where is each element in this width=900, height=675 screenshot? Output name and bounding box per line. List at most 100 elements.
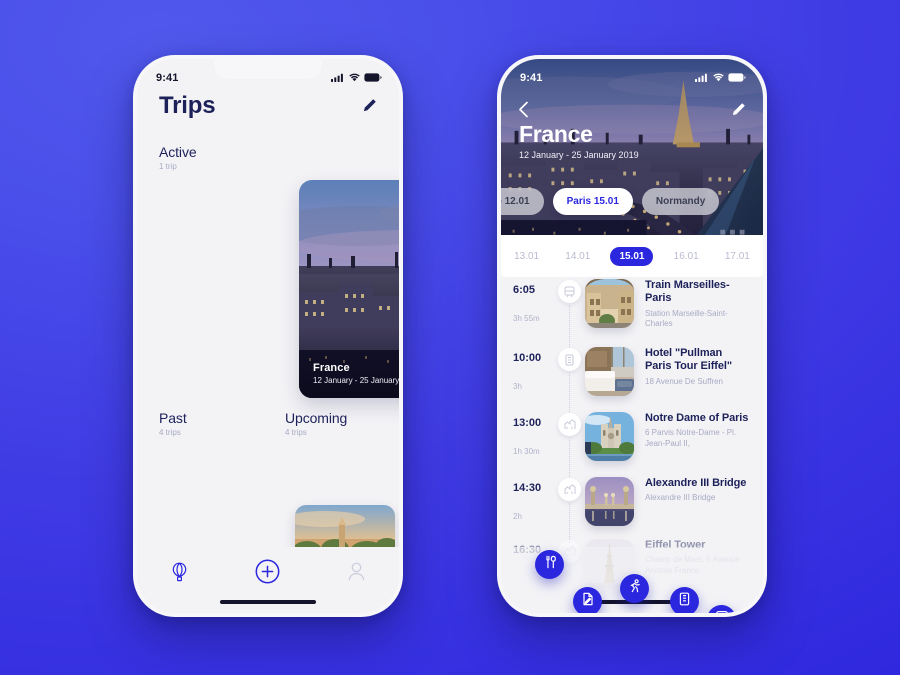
past-section-title: Past — [159, 410, 187, 426]
status-time: 9:41 — [520, 71, 543, 84]
page-title: Trips — [159, 92, 216, 119]
status-icons — [331, 73, 382, 82]
note-action-button[interactable] — [573, 587, 602, 613]
date-chip[interactable]: 14.01 — [559, 247, 596, 266]
place-chip[interactable]: Normandy — [641, 188, 720, 215]
place-chip[interactable]: ance 12.01 — [501, 188, 544, 215]
edit-trip-button[interactable] — [731, 96, 746, 120]
restaurant-action-button[interactable] — [535, 550, 564, 579]
pencil-icon — [362, 99, 377, 116]
cellular-bars-icon — [331, 73, 345, 82]
activity-action-button[interactable] — [620, 574, 649, 603]
hotel-building-icon — [678, 592, 691, 611]
notch — [214, 59, 322, 79]
list-item[interactable]: 10:00 3h Hotel "Pullman Paris Tour Eiffe… — [501, 345, 763, 416]
hotel-room-interior-image — [585, 347, 634, 396]
active-trip-title: France — [313, 362, 350, 374]
item-body: Notre Dame of Paris 6 Parvis Notre-Dame … — [634, 410, 751, 475]
item-body: Hotel "Pullman Paris Tour Eiffel" 18 Ave… — [634, 345, 751, 410]
active-section-title: Active — [159, 144, 197, 160]
cellular-bars-icon — [695, 73, 709, 82]
item-address: 18 Avenue De Suffren — [645, 376, 723, 386]
item-time: 10:00 — [513, 352, 542, 364]
landmark-icon — [558, 413, 581, 436]
notch — [578, 59, 686, 79]
running-person-icon — [628, 579, 642, 598]
right-screen: 9:41 France 12 January - 25 January 2019… — [501, 59, 763, 613]
item-body: Train Marseilles-Paris Station Marseille… — [634, 277, 751, 345]
item-address: Station Marseille-Saint-Charles — [645, 308, 728, 329]
timeline-marker — [555, 345, 585, 416]
train-icon — [558, 280, 581, 303]
list-item[interactable]: 13:00 1h 30m Notre Dame of Paris 6 Parvi… — [501, 410, 763, 481]
item-address: Alexandre III Bridge — [645, 493, 716, 503]
item-name: Alexandre III Bridge — [645, 477, 747, 489]
chevron-left-icon — [518, 101, 529, 121]
hotel-action-button[interactable] — [670, 587, 699, 613]
sidebar-item-trips[interactable] — [171, 562, 188, 585]
pont-alexandre-iii-image — [585, 477, 634, 526]
active-trip-caption: France 12 January - 25 January 2019 — [313, 362, 399, 385]
date-chip[interactable]: 13.01 — [508, 247, 545, 266]
item-duration: 2h — [513, 512, 522, 521]
phone-trip-detail: 9:41 France 12 January - 25 January 2019… — [497, 55, 767, 617]
date-chip-active[interactable]: 15.01 — [610, 246, 654, 266]
date-chip[interactable]: 16.01 — [668, 247, 705, 266]
edit-trips-button[interactable] — [362, 92, 377, 116]
item-time-block: 6:05 3h 55m — [513, 277, 555, 345]
landmark-icon — [558, 478, 581, 501]
paris-street-arch-image — [585, 279, 634, 328]
person-icon — [348, 562, 365, 584]
upcoming-section-title: Upcoming — [285, 410, 348, 426]
timeline-marker — [555, 475, 585, 543]
phone-trips-list: 9:41 Trips Active 1 trip France 12 Janua… — [133, 55, 403, 617]
list-item[interactable]: 14:30 2h Alexandre III Bridge Alexandre … — [501, 475, 763, 543]
item-duration: 1h 30m — [513, 447, 540, 456]
item-time-block: 13:00 1h 30m — [513, 410, 555, 475]
wifi-icon — [349, 73, 360, 82]
profile-tab[interactable] — [348, 562, 365, 584]
detail-nav-bar — [501, 95, 763, 121]
upcoming-section: Upcoming 4 trips — [268, 410, 399, 437]
item-body: Alexandre III Bridge Alexandre III Bridg… — [634, 475, 746, 537]
active-section-count: 1 trip — [159, 162, 177, 171]
notre-dame-cathedral-image — [585, 412, 634, 461]
trip-heading: France 12 January - 25 January 2019 — [519, 121, 639, 160]
item-time: 13:00 — [513, 417, 542, 429]
item-time: 14:30 — [513, 482, 542, 494]
upcoming-section-count: 4 trips — [285, 428, 307, 437]
item-time-block: 14:30 2h — [513, 475, 555, 537]
trip-title: France — [519, 121, 593, 147]
pencil-icon — [731, 103, 746, 120]
item-duration: 3h — [513, 382, 522, 391]
timeline-marker — [555, 277, 585, 351]
status-time: 9:41 — [156, 71, 179, 84]
item-address: 6 Parvis Notre-Dame - Pl. Jean-Paul II, — [645, 428, 737, 448]
add-trip-button[interactable] — [255, 559, 280, 587]
home-indicator — [220, 600, 316, 604]
place-chip-active[interactable]: Paris 15.01 — [552, 188, 633, 215]
back-button[interactable] — [518, 95, 529, 121]
item-name: Train Marseilles-Paris — [645, 279, 730, 305]
past-upcoming-headers: Past 4 trips Upcoming 4 trips — [137, 410, 399, 437]
item-time-block: 10:00 3h — [513, 345, 555, 410]
list-item[interactable]: 6:05 3h 55m Train Marseilles-Paris Stati… — [501, 277, 763, 351]
hot-air-balloon-icon — [171, 562, 188, 585]
past-section: Past 4 trips — [137, 410, 268, 437]
item-name: Notre Dame of Paris — [645, 412, 749, 424]
active-trip-card[interactable]: France 12 January - 25 January 2019 — [299, 180, 399, 398]
trips-header: Trips — [137, 89, 399, 120]
item-name: Hotel "Pullman Paris Tour Eiffel" — [645, 347, 732, 373]
date-chip[interactable]: 17.01 — [719, 247, 756, 266]
date-strip[interactable]: 13.01 14.01 15.01 16.01 17.01 — [501, 235, 763, 277]
hotel-icon — [558, 348, 581, 371]
status-icons — [695, 73, 746, 82]
trip-dates: 12 January - 25 January 2019 — [519, 150, 639, 160]
plus-circle-icon — [255, 559, 280, 587]
fork-knife-icon — [543, 555, 557, 574]
item-time: 6:05 — [513, 284, 536, 296]
document-pencil-icon — [581, 592, 595, 611]
past-section-count: 4 trips — [159, 428, 181, 437]
place-chip-strip[interactable]: ance 12.01 Paris 15.01 Normandy — [501, 188, 763, 215]
wifi-icon — [713, 73, 724, 82]
